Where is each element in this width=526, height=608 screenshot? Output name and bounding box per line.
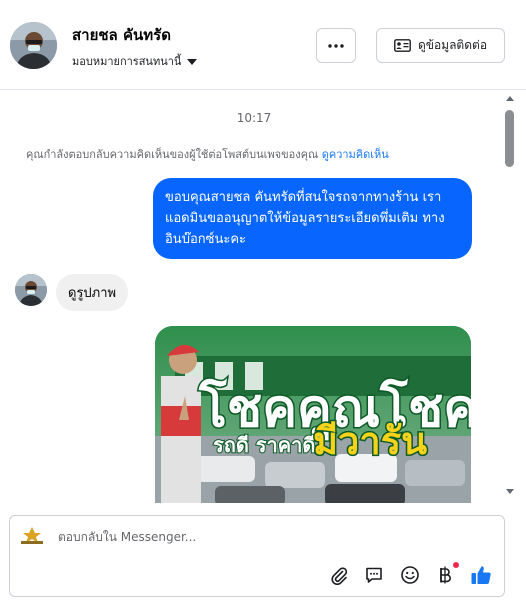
reply-context-notice: คุณกำลังตอบกลับความคิดเห็นของผู้ใช้ต่อโพ… [26, 145, 389, 163]
outgoing-message-bubble[interactable]: ขอบคุณสายชล คันทรัดที่สนใจรถจากทางร้าน เ… [153, 178, 472, 259]
reply-context-text: คุณกำลังตอบกลับความคิดเห็นของผู้ใช้ต่อโพ… [26, 148, 319, 161]
payment-button[interactable] [434, 562, 459, 586]
conversation-header: สายชล คันทรัด มอบหมายการสนทนานี้ ดูข้อมู… [0, 0, 526, 90]
paperclip-icon [331, 567, 348, 585]
image-attachment[interactable]: โชคคูณโชค รถดี ราคาดี มีวารัน [155, 326, 471, 506]
scroll-up-arrow-icon[interactable] [506, 96, 514, 101]
contact-name[interactable]: สายชล คันทรัด [72, 23, 171, 47]
like-button[interactable] [470, 564, 492, 586]
composer-box[interactable] [9, 515, 505, 597]
emoji-icon [401, 566, 419, 584]
incoming-message-bubble[interactable]: ดูรูปภาพ [56, 274, 129, 311]
view-contact-details-button[interactable]: ดูข้อมูลติดต่อ [376, 28, 505, 63]
baht-icon [440, 566, 451, 584]
contact-card-icon [394, 39, 411, 52]
emoji-button[interactable] [399, 564, 421, 586]
caret-down-icon [187, 58, 198, 65]
scroll-down-arrow-icon[interactable] [506, 489, 514, 494]
saved-replies-button[interactable] [363, 564, 385, 586]
composer-area [0, 503, 526, 608]
message-timestamp: 10:17 [236, 111, 272, 125]
assign-conversation-dropdown[interactable]: มอบหมายการสนทนานี้ [72, 52, 198, 70]
notification-dot [453, 562, 459, 568]
view-comment-link[interactable]: ดูความคิดเห็น [322, 148, 389, 161]
attach-file-button[interactable] [328, 564, 350, 586]
page-logo-icon [21, 527, 43, 544]
saved-replies-icon [366, 567, 382, 583]
thumbs-up-icon [471, 566, 491, 584]
contact-avatar[interactable] [10, 22, 57, 69]
more-icon [328, 43, 344, 48]
image-tagline-text: มีวารัน [313, 419, 427, 463]
reply-message-input[interactable] [58, 530, 478, 544]
assign-label: มอบหมายการสนทนานี้ [72, 55, 182, 68]
image-subline-text: รถดี ราคาดี [213, 433, 315, 457]
view-contact-details-label: ดูข้อมูลติดต่อ [417, 38, 488, 52]
more-options-button[interactable] [316, 28, 356, 63]
sender-avatar[interactable] [15, 274, 47, 306]
